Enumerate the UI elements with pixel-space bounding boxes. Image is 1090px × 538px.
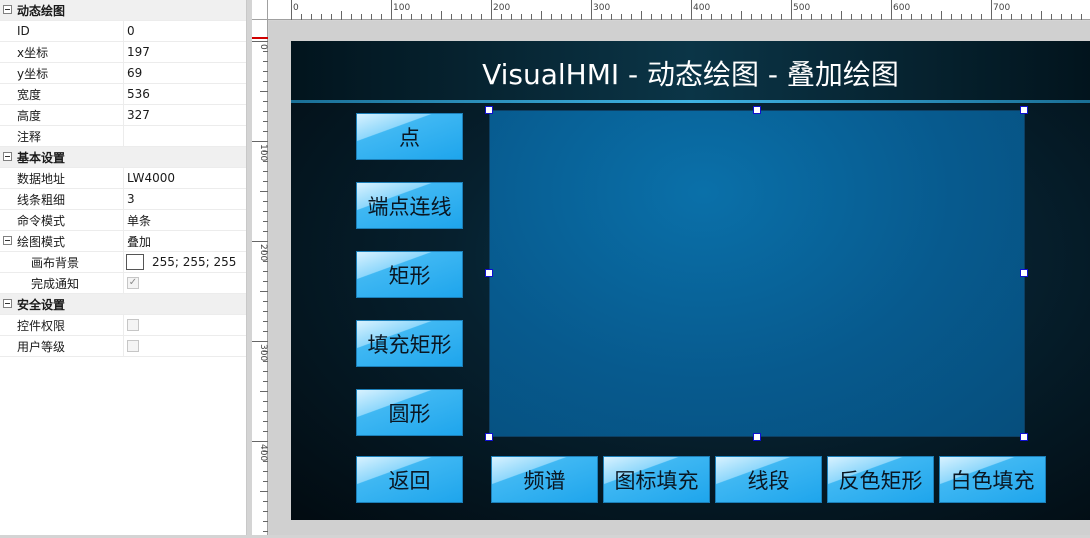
hmi-screen[interactable]: VisualHMI - 动态绘图 - 叠加绘图 点 端点连线 矩形 填充矩形 圆… xyxy=(291,41,1090,520)
ruler-label: 200 xyxy=(258,244,268,261)
screen-title: VisualHMI - 动态绘图 - 叠加绘图 xyxy=(482,58,899,91)
prop-row-y[interactable]: y坐标 69 xyxy=(0,63,246,84)
collapse-icon[interactable] xyxy=(3,236,12,245)
prop-row-height[interactable]: 高度 327 xyxy=(0,105,246,126)
prop-name: x坐标 xyxy=(17,45,49,60)
prop-value: 255; 255; 255 xyxy=(152,255,237,269)
prop-name: 数据地址 xyxy=(17,171,66,186)
user-level-checkbox[interactable] xyxy=(127,340,139,352)
resize-handle-top[interactable] xyxy=(753,106,761,114)
ruler-label: 500 xyxy=(793,3,810,13)
ruler-label: 300 xyxy=(258,344,268,361)
button-white-fill[interactable]: 白色填充 xyxy=(939,456,1046,503)
control-permission-checkbox[interactable] xyxy=(127,319,139,331)
category-label: 基本设置 xyxy=(17,150,66,165)
ruler-label: 400 xyxy=(693,3,710,13)
category-dynamic-drawing[interactable]: 动态绘图 xyxy=(0,0,246,21)
category-security-settings[interactable]: 安全设置 xyxy=(0,294,246,315)
prop-row-canvas-background[interactable]: 画布背景 255; 255; 255 xyxy=(0,252,246,273)
prop-value: 197 xyxy=(127,45,150,59)
title-underline xyxy=(291,100,1090,103)
prop-row-x[interactable]: x坐标 197 xyxy=(0,42,246,63)
ruler-label: 700 xyxy=(993,3,1010,13)
category-basic-settings[interactable]: 基本设置 xyxy=(0,147,246,168)
prop-value: 327 xyxy=(127,108,150,122)
collapse-icon[interactable] xyxy=(3,299,12,308)
prop-name: 用户等级 xyxy=(17,339,66,354)
prop-name: 控件权限 xyxy=(17,318,66,333)
ruler-vertical-ticks: 0 100 200 300 400 xyxy=(252,41,268,532)
color-swatch[interactable] xyxy=(126,254,144,270)
property-panel: 动态绘图 ID 0 x坐标 197 y坐标 69 宽度 536 高度 327 注… xyxy=(0,0,247,535)
ruler-position-marker xyxy=(252,37,268,39)
prop-row-id[interactable]: ID 0 xyxy=(0,21,246,42)
prop-value: 3 xyxy=(127,192,135,206)
ruler-label: 100 xyxy=(258,144,268,161)
collapse-icon[interactable] xyxy=(3,152,12,161)
resize-handle-bottom-right[interactable] xyxy=(1020,433,1028,441)
button-back[interactable]: 返回 xyxy=(356,456,463,503)
prop-name: ID xyxy=(17,24,30,38)
button-filled-rectangle[interactable]: 填充矩形 xyxy=(356,320,463,367)
prop-row-command-mode[interactable]: 命令模式 单条 xyxy=(0,210,246,231)
ruler-label: 0 xyxy=(293,3,299,13)
resize-handle-bottom-left[interactable] xyxy=(485,433,493,441)
prop-value: 69 xyxy=(127,66,143,80)
prop-row-draw-mode[interactable]: 绘图模式 叠加 xyxy=(0,231,246,252)
resize-handle-left[interactable] xyxy=(485,269,493,277)
button-point[interactable]: 点 xyxy=(356,113,463,160)
ruler-label: 600 xyxy=(893,3,910,13)
button-spectrum[interactable]: 频谱 xyxy=(491,456,598,503)
prop-name: 线条粗细 xyxy=(17,192,66,207)
collapse-icon[interactable] xyxy=(3,5,12,14)
button-line-segment[interactable]: 线段 xyxy=(715,456,822,503)
ruler-label: 200 xyxy=(493,3,510,13)
prop-row-user-level[interactable]: 用户等级 xyxy=(0,336,246,357)
ruler-label: 300 xyxy=(593,3,610,13)
prop-value: 536 xyxy=(127,87,150,101)
prop-name: 画布背景 xyxy=(31,255,80,270)
resize-handle-bottom[interactable] xyxy=(753,433,761,441)
dynamic-drawing-canvas[interactable] xyxy=(489,110,1025,437)
prop-name: 宽度 xyxy=(17,87,42,102)
ruler-corner xyxy=(252,0,268,20)
prop-value: 0 xyxy=(127,24,135,38)
category-label: 安全设置 xyxy=(17,297,66,312)
prop-name: 完成通知 xyxy=(31,276,80,291)
prop-name: 命令模式 xyxy=(17,213,66,228)
button-icon-fill[interactable]: 图标填充 xyxy=(603,456,710,503)
resize-handle-top-right[interactable] xyxy=(1020,106,1028,114)
button-rectangle[interactable]: 矩形 xyxy=(356,251,463,298)
resize-handle-right[interactable] xyxy=(1020,269,1028,277)
resize-handle-top-left[interactable] xyxy=(485,106,493,114)
prop-value: 叠加 xyxy=(127,234,152,249)
button-endpoint-line[interactable]: 端点连线 xyxy=(356,182,463,229)
prop-row-control-permission[interactable]: 控件权限 xyxy=(0,315,246,336)
prop-name: 高度 xyxy=(17,108,42,123)
prop-row-data-address[interactable]: 数据地址 LW4000 xyxy=(0,168,246,189)
ruler-label: 400 xyxy=(258,444,268,461)
category-label: 动态绘图 xyxy=(17,3,66,18)
prop-name: 绘图模式 xyxy=(17,234,66,249)
ruler-label: 0 xyxy=(258,44,268,50)
done-notify-checkbox[interactable]: ✓ xyxy=(127,277,139,289)
button-circle[interactable]: 圆形 xyxy=(356,389,463,436)
prop-value: 单条 xyxy=(127,213,152,228)
prop-row-done-notify[interactable]: 完成通知 ✓ xyxy=(0,273,246,294)
ruler-label: 100 xyxy=(393,3,410,13)
ruler-horizontal-ticks: 0 100 200 300 400 500 600 700 xyxy=(291,0,1082,20)
prop-name: 注释 xyxy=(17,129,42,144)
prop-name: y坐标 xyxy=(17,66,49,81)
button-inverse-rectangle[interactable]: 反色矩形 xyxy=(827,456,934,503)
prop-row-width[interactable]: 宽度 536 xyxy=(0,84,246,105)
prop-row-comment[interactable]: 注释 xyxy=(0,126,246,147)
prop-row-line-width[interactable]: 线条粗细 3 xyxy=(0,189,246,210)
ruler-vertical: 0 100 200 300 400 xyxy=(252,20,268,535)
prop-value: LW4000 xyxy=(127,171,175,185)
ruler-horizontal: 0 100 200 300 400 500 600 700 xyxy=(252,0,1090,20)
